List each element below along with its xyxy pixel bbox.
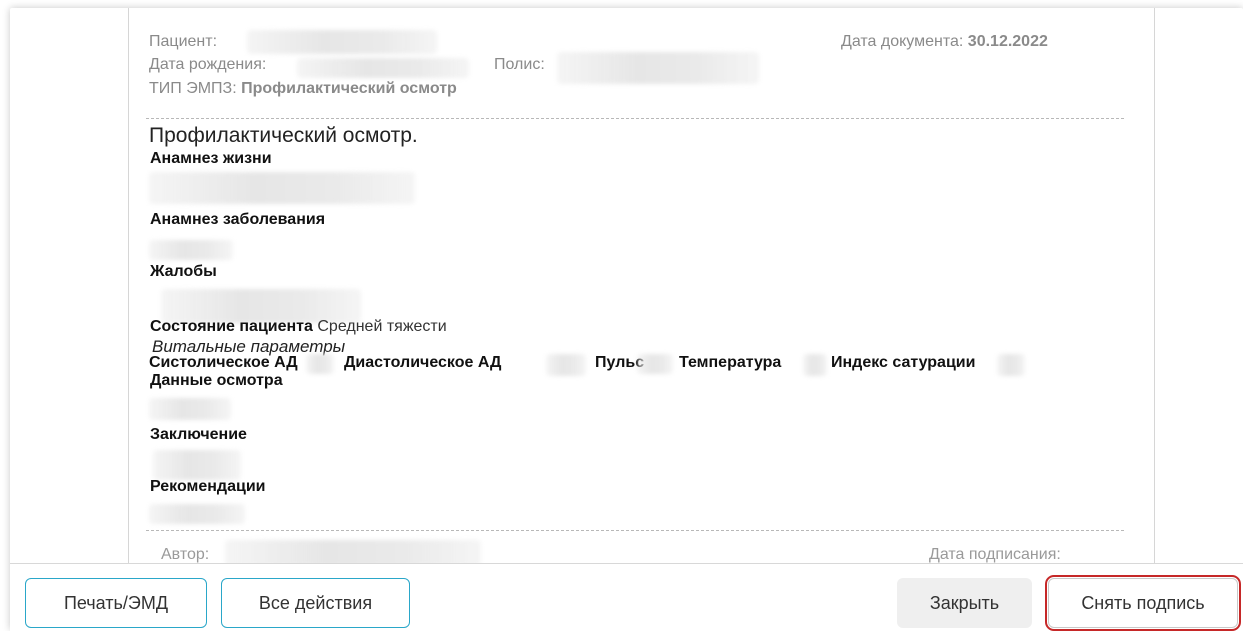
- diastolic-label: Диастолическое АД: [344, 354, 502, 371]
- recommendations-redacted: [149, 504, 245, 524]
- print-emd-button[interactable]: Печать/ЭМД: [25, 578, 207, 628]
- document-preview: Пациент: Дата рождения: Полис: ТИП ЭМПЗ:…: [128, 8, 1155, 563]
- saturation-label: Индекс сатурации: [831, 354, 976, 371]
- author-redacted: [225, 540, 481, 563]
- systolic-label: Систолическое АД: [149, 354, 298, 371]
- document-date-value: 30.12.2022: [967, 33, 1048, 50]
- disease-history-heading: Анамнез заболевания: [150, 211, 326, 228]
- patient-state-value: Средней тяжести: [317, 318, 447, 335]
- temperature-redacted: [803, 354, 827, 376]
- pulse-redacted: [637, 354, 673, 374]
- life-history-redacted: [149, 172, 415, 204]
- document-date: Дата документа: 30.12.2022: [841, 33, 1048, 51]
- complaints-heading: Жалобы: [150, 263, 217, 280]
- patient-name-redacted: [247, 30, 437, 54]
- document-dialog: Пациент: Дата рождения: Полис: ТИП ЭМПЗ:…: [10, 8, 1243, 631]
- close-button[interactable]: Закрыть: [897, 578, 1032, 628]
- emd-type-label: ТИП ЭМПЗ:: [149, 80, 237, 97]
- saturation-redacted: [997, 354, 1025, 376]
- temperature-label: Температура: [679, 354, 782, 371]
- diastolic-redacted: [546, 354, 586, 376]
- birthdate-label: Дата рождения:: [149, 56, 267, 73]
- patient-state: Состояние пациента Средней тяжести: [150, 318, 447, 336]
- remove-signature-button[interactable]: Снять подпись: [1045, 575, 1241, 631]
- emd-type-value: Профилактический осмотр: [241, 80, 457, 97]
- signed-date-label: Дата подписания:: [929, 546, 1061, 563]
- author-label: Автор:: [161, 546, 210, 563]
- birthdate-redacted: [297, 58, 469, 78]
- life-history-heading: Анамнез жизни: [150, 150, 272, 167]
- disease-history-redacted: [149, 240, 233, 260]
- exam-data-redacted: [149, 398, 231, 420]
- recommendations-heading: Рекомендации: [150, 478, 266, 495]
- header-divider: [146, 118, 1124, 119]
- conclusion-redacted: [153, 450, 241, 480]
- patient-label: Пациент:: [149, 33, 218, 50]
- systolic-redacted: [306, 354, 334, 374]
- all-actions-button[interactable]: Все действия: [221, 578, 410, 628]
- document-title: Профилактический осмотр.: [149, 124, 418, 147]
- dialog-toolbar: Печать/ЭМД Все действия Закрыть Снять по…: [10, 563, 1243, 631]
- conclusion-heading: Заключение: [150, 426, 247, 443]
- policy-label: Полис:: [494, 56, 545, 73]
- emd-type: ТИП ЭМПЗ: Профилактический осмотр: [149, 80, 457, 98]
- policy-redacted: [557, 52, 759, 84]
- document-date-label: Дата документа:: [841, 33, 964, 50]
- patient-state-label: Состояние пациента: [150, 318, 313, 335]
- footer-divider: [146, 530, 1124, 531]
- exam-data-heading: Данные осмотра: [150, 372, 283, 389]
